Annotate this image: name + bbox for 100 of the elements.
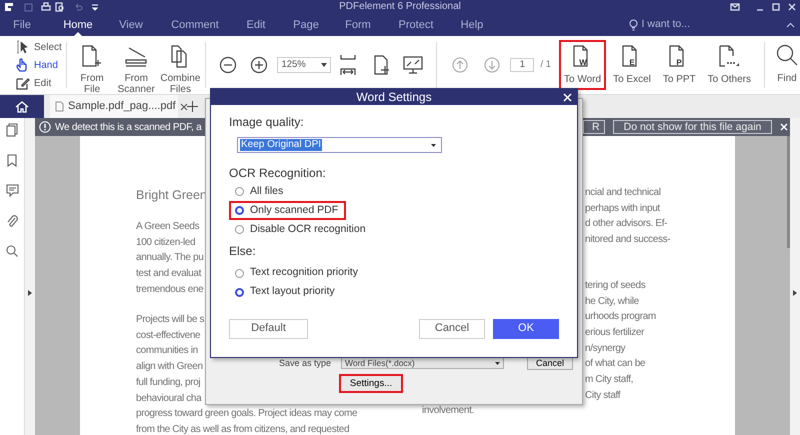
menu-tab[interactable]: Home — [63, 14, 93, 36]
comment-icon[interactable] — [6, 184, 18, 197]
document-icon — [717, 44, 742, 68]
caret-icon — [495, 362, 500, 365]
document-text-line: cost-effectivene — [136, 328, 200, 343]
document-text-line: involvement. — [422, 404, 474, 418]
create-pdf-button[interactable]: From Scanner — [114, 42, 158, 97]
menu-tab[interactable]: View — [119, 14, 143, 36]
fit-width-icon[interactable] — [339, 54, 358, 76]
section-label: OCR Recognition: — [229, 165, 327, 182]
cursor-icon — [16, 40, 30, 54]
document-text-line: erious fertilizer — [585, 326, 644, 340]
bookmark-icon[interactable] — [7, 154, 17, 167]
lightbulb-icon[interactable] — [628, 19, 638, 31]
insert-page-icon[interactable] — [373, 54, 392, 76]
dialog-title: Word Settings — [356, 90, 432, 104]
document-text-line: urhoods program — [585, 310, 656, 324]
print-preview-icon[interactable] — [55, 2, 65, 12]
radio-option[interactable]: Only scanned PDF — [229, 201, 346, 220]
radio-button[interactable] — [235, 225, 244, 234]
radio-option[interactable]: Disable OCR recognition — [229, 220, 374, 239]
convert-button[interactable]: P To PPT — [658, 40, 701, 90]
pages-icon[interactable] — [6, 123, 18, 137]
mail-icon[interactable] — [730, 3, 740, 11]
document-icon — [55, 101, 64, 112]
document-text-line: n/synergy — [585, 342, 626, 356]
search-icon — [776, 44, 798, 66]
tool-mode-button[interactable]: Hand — [16, 56, 64, 74]
create-pdf-button[interactable]: From File — [70, 42, 114, 97]
notice-message: We detect this is a scanned PDF, a — [55, 120, 202, 134]
document-text-line: progress toward green goals. Project ideas may come — [136, 407, 358, 422]
document-text-line: he City, while — [585, 294, 639, 309]
menu-tab[interactable]: Protect — [398, 14, 434, 36]
convert-button[interactable]: E To Excel — [608, 40, 656, 90]
field-label: Save as type — [279, 356, 332, 370]
search-icon[interactable] — [6, 245, 18, 257]
document-text-line: of what can be — [585, 357, 646, 372]
close-icon[interactable] — [180, 102, 188, 110]
zoom-select[interactable]: 125% — [277, 57, 332, 73]
expand-panel-icon[interactable] — [28, 290, 32, 296]
find-button[interactable]: Find — [774, 42, 800, 86]
help-search-link[interactable]: I want to... — [642, 17, 690, 33]
radio-option[interactable]: Text recognition priority — [229, 264, 366, 282]
caret-icon — [321, 63, 328, 67]
app-logo-icon[interactable] — [4, 2, 14, 12]
radio-button[interactable] — [235, 268, 244, 278]
document-text-line: m City staff, — [585, 373, 634, 388]
undo-icon[interactable] — [73, 2, 83, 12]
home-button[interactable] — [0, 95, 44, 118]
document-text-line: d other advisors. Ef- — [585, 217, 668, 232]
document-text-line: City staff — [585, 388, 620, 403]
fullscreen-icon[interactable] — [403, 56, 424, 74]
document-text-line: align with Green — [136, 360, 203, 374]
menu-tab[interactable]: File — [13, 14, 31, 36]
radio-option[interactable]: All files — [229, 182, 292, 201]
collapse-ribbon-icon[interactable] — [786, 22, 795, 28]
document-text-line: Projects will be s — [136, 313, 204, 328]
document-text-line: tering of seeds — [585, 278, 646, 293]
tool-mode-button[interactable]: Select — [16, 38, 64, 56]
save-icon[interactable] — [24, 2, 33, 12]
notice-button[interactable]: R — [583, 120, 605, 134]
cancel-button[interactable]: Cancel — [419, 318, 485, 338]
tool-mode-button[interactable]: Edit — [16, 74, 64, 92]
radio-button[interactable] — [235, 206, 244, 215]
quick-access-menu-icon[interactable] — [91, 3, 99, 11]
default-button[interactable]: Default — [229, 318, 308, 338]
document-text-line: full funding, proj — [136, 376, 200, 390]
radio-option[interactable]: Text layout priority — [229, 282, 343, 302]
attachment-icon[interactable] — [6, 214, 18, 228]
document-text-line: tremendous ene — [136, 282, 204, 297]
new-tab-icon[interactable] — [187, 101, 198, 112]
document-text-line: 100 citizen-led — [136, 236, 196, 250]
settings-button[interactable]: Settings... — [339, 374, 403, 393]
convert-button[interactable]: To Others — [702, 40, 756, 90]
print-icon[interactable] — [41, 2, 51, 12]
image-quality-select[interactable]: Keep Original DPI — [237, 137, 442, 153]
document-text-line: A Green Seeds — [136, 220, 200, 234]
menu-tab[interactable]: Form — [345, 14, 371, 36]
radio-button[interactable] — [235, 288, 244, 296]
create-pdf-button[interactable]: Combine Files — [158, 42, 202, 97]
edit-icon — [16, 76, 30, 90]
zoom-in-icon[interactable] — [250, 56, 268, 74]
expand-panel-icon[interactable] — [793, 290, 797, 296]
document-text-line: ncial and technical — [585, 186, 661, 200]
menu-tab[interactable]: Edit — [246, 14, 266, 36]
menu-tab[interactable]: Help — [460, 14, 484, 36]
maximize-icon[interactable] — [772, 3, 780, 11]
scrollbar-thumb[interactable] — [787, 136, 790, 248]
zoom-out-icon[interactable] — [219, 56, 238, 74]
ok-button[interactable]: OK — [493, 318, 559, 338]
menu-tab[interactable]: Page — [293, 14, 319, 36]
menu-tab[interactable]: Comment — [171, 14, 219, 36]
page-number-field[interactable]: 1 — [510, 58, 534, 72]
caret-icon — [431, 144, 436, 146]
file-type-select[interactable]: Word Files(*.docx) — [341, 357, 504, 370]
document-text-line: from the City as well as from citizens, and requested — [136, 422, 350, 435]
radio-button[interactable] — [235, 187, 244, 196]
notice-button[interactable]: Do not show for this file again — [613, 120, 772, 134]
document-text-line: nitored and success- — [585, 233, 670, 248]
field-label: Image quality: — [229, 114, 305, 131]
